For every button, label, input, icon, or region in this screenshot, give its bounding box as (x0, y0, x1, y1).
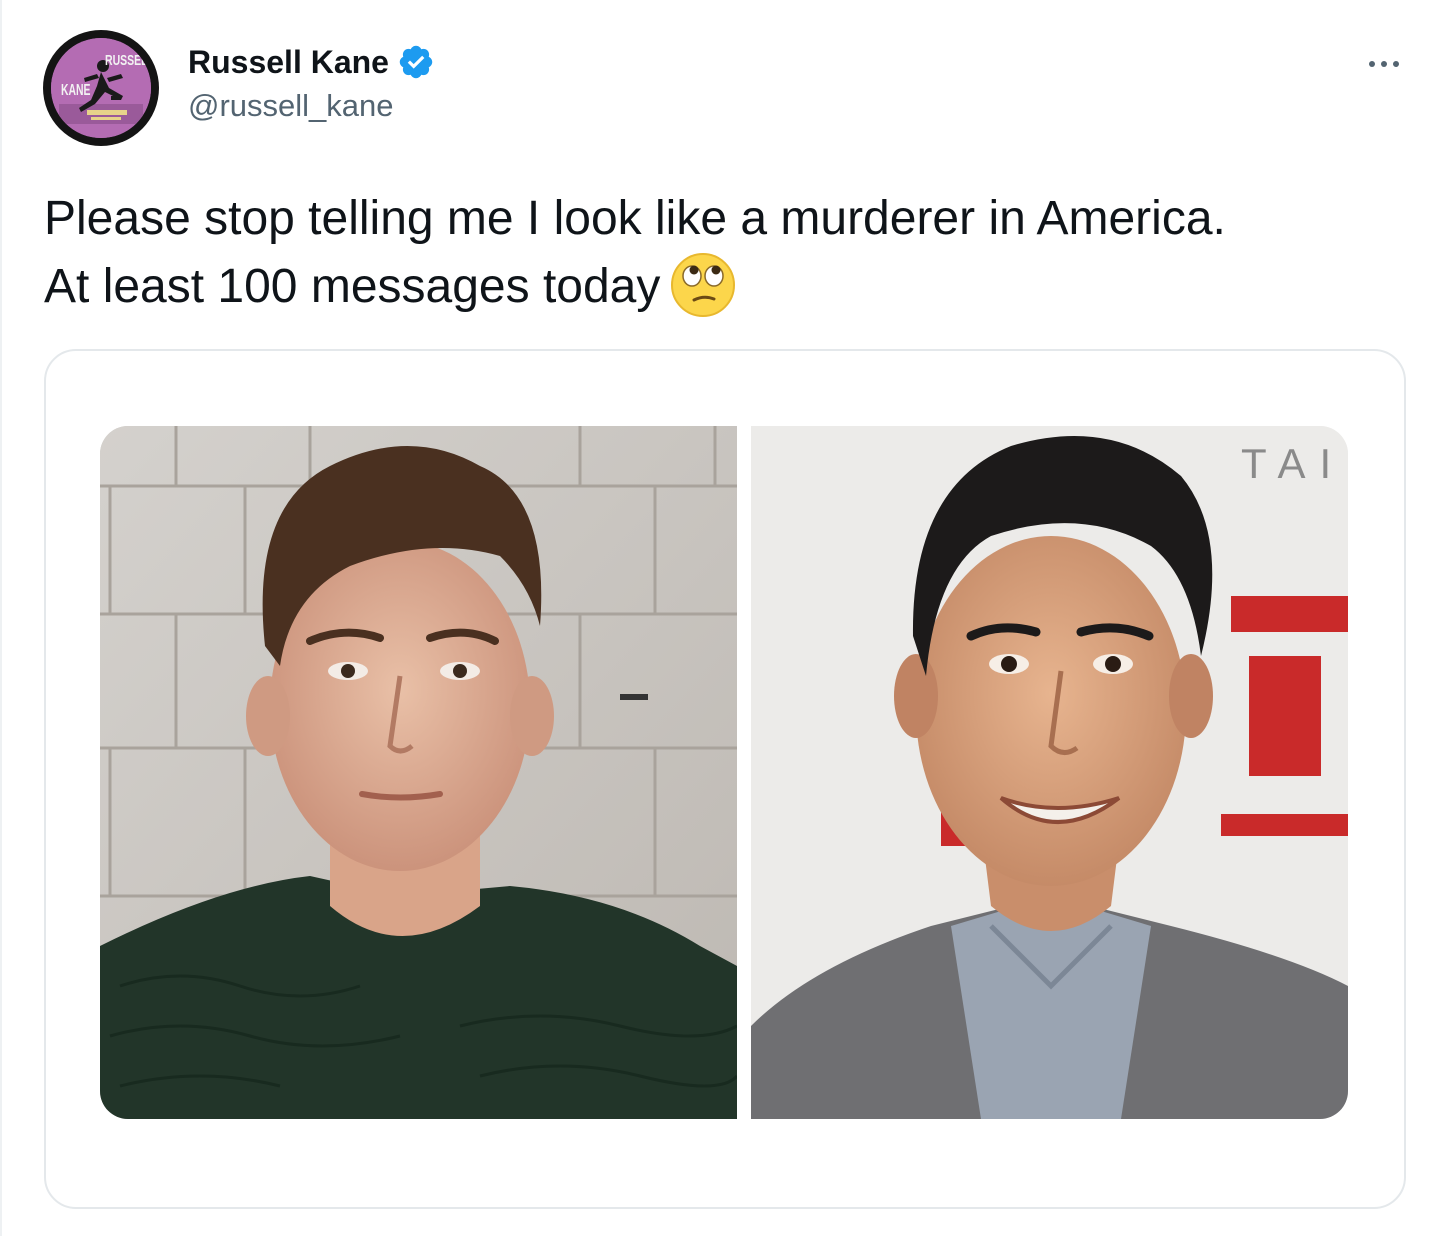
photo-watermark-text: TAI (1241, 440, 1346, 487)
tweet-text-line: Please stop telling me I look like a mur… (44, 192, 1226, 245)
mugshot-photo[interactable] (100, 426, 737, 1119)
tweet-card: RUSSELL KANE Russell Kane @russell_kane … (0, 0, 1440, 1236)
verified-badge-icon (397, 43, 435, 81)
red-carpet-photo[interactable]: TAI (751, 426, 1348, 1119)
dot (1393, 61, 1399, 67)
avatar-logo-text: KANE (61, 82, 91, 99)
author-name-row: Russell Kane (188, 40, 435, 84)
more-options-icon[interactable] (1356, 44, 1412, 84)
avatar-logo-text: RUSSELL (105, 52, 151, 69)
tweet-text: Please stop telling me I look like a mur… (44, 186, 1424, 320)
author-handle[interactable]: @russell_kane (188, 88, 394, 124)
author-display-name[interactable]: Russell Kane (188, 44, 389, 81)
avatar-image: RUSSELL KANE (51, 38, 151, 138)
dot (1381, 61, 1387, 67)
tweet-text-line: At least 100 messages today (44, 252, 1424, 320)
author-avatar[interactable]: RUSSELL KANE (43, 30, 159, 146)
rolling-eyes-emoji-icon (670, 252, 736, 318)
tweet-text-segment: At least 100 messages today (44, 260, 661, 313)
border-divider (0, 0, 2, 1236)
dot (1369, 61, 1375, 67)
